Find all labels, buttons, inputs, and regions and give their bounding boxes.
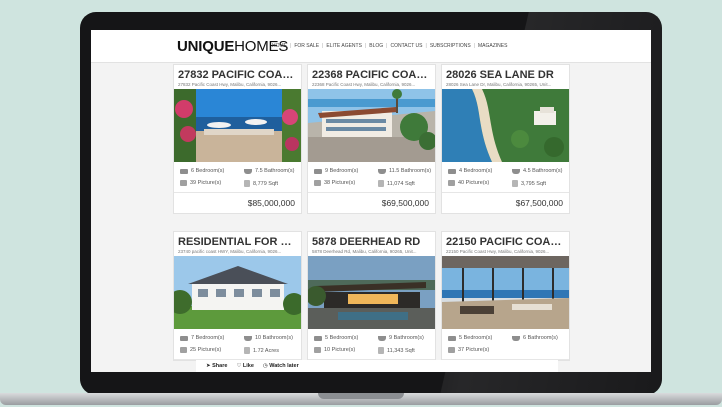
- clock-icon: ◷: [262, 363, 268, 369]
- heart-icon: ♡: [236, 363, 242, 369]
- modern-house-dusk-photo: [308, 256, 435, 329]
- nav-contact-us[interactable]: CONTACT US: [387, 43, 425, 49]
- bathtub-icon: [378, 168, 386, 174]
- bed-icon: [448, 335, 456, 341]
- laptop-screen: UNIQUEHOMES HOME | FOR SALE | ELITE AGENTS…: [91, 30, 651, 372]
- listing-price: $85,000,000: [247, 198, 295, 208]
- like-button[interactable]: ♡ Like: [236, 363, 253, 369]
- area-icon: [378, 347, 384, 354]
- listing-photo[interactable]: [442, 256, 569, 329]
- terrace-ocean-photo: [174, 89, 301, 162]
- main-nav: HOME | FOR SALE | ELITE AGENTS | BLOG | CONT…: [269, 43, 510, 49]
- listing-card[interactable]: 28026 SEA LANE DR 28026 Sea Lane Dr, Mal…: [441, 64, 570, 214]
- listing-price: $69,500,000: [381, 198, 429, 208]
- listing-address: 22368 Pacific Coast Hwy, Malibu, Califor…: [312, 82, 416, 87]
- nav-for-sale[interactable]: FOR SALE: [291, 43, 322, 49]
- picture-icon: [314, 180, 321, 186]
- listing-photo[interactable]: [308, 89, 435, 162]
- picture-icon: [448, 180, 455, 186]
- area-icon: [378, 180, 384, 187]
- listing-card[interactable]: 5878 DEERHEAD RD 5878 Deerhead Rd, Malib…: [307, 231, 436, 361]
- listing-stats: 5 Bedroom(s) 9 Bathroom(s) 10 Picture(s)…: [308, 329, 435, 360]
- picture-icon: [180, 180, 187, 186]
- bed-icon: [180, 168, 188, 174]
- nav-blog[interactable]: BLOG: [366, 43, 386, 49]
- listing-title[interactable]: RESIDENTIAL FOR SALE: [178, 236, 297, 248]
- glass-interior-photo: [442, 256, 569, 329]
- bathtub-icon: [512, 335, 520, 341]
- listing-title[interactable]: 22150 PACIFIC COAST H...: [446, 236, 565, 248]
- share-button[interactable]: ➤ Share: [206, 363, 227, 369]
- listing-card[interactable]: 22150 PACIFIC COAST H... 22150 Pacific C…: [441, 231, 570, 361]
- listing-photo[interactable]: [442, 89, 569, 162]
- bathtub-icon: [512, 168, 520, 174]
- listing-title[interactable]: 27832 PACIFIC COAST H...: [178, 69, 297, 81]
- area-icon: [244, 347, 250, 354]
- listing-address: 27832 Pacific Coast Hwy, Malibu, Califor…: [178, 82, 282, 87]
- beach-house-photo: [308, 89, 435, 162]
- estate-house-photo: [174, 256, 301, 329]
- bathtub-icon: [378, 335, 386, 341]
- listing-stats: 5 Bedroom(s) 6 Bathroom(s) 37 Picture(s): [442, 329, 569, 360]
- listing-card[interactable]: 27832 PACIFIC COAST H... 27832 Pacific C…: [173, 64, 302, 214]
- share-bar: ➤ Share ♡ Like ◷ Watch later: [196, 360, 558, 372]
- listing-photo[interactable]: [174, 256, 301, 329]
- nav-home[interactable]: HOME: [269, 43, 290, 49]
- bed-icon: [180, 335, 188, 341]
- bed-icon: [314, 335, 322, 341]
- listing-title[interactable]: 28026 SEA LANE DR: [446, 69, 565, 81]
- listing-photo[interactable]: [174, 89, 301, 162]
- bathtub-icon: [244, 168, 252, 174]
- listing-title[interactable]: 5878 DEERHEAD RD: [312, 236, 431, 248]
- area-icon: [512, 180, 518, 187]
- listing-card[interactable]: RESIDENTIAL FOR SALE 23740 pacific coast…: [173, 231, 302, 361]
- picture-icon: [314, 347, 321, 353]
- listing-price: $67,500,000: [515, 198, 563, 208]
- coastline-aerial-photo: [442, 89, 569, 162]
- listing-photo[interactable]: [308, 256, 435, 329]
- picture-icon: [180, 347, 187, 353]
- watch-later-button[interactable]: ◷ Watch later: [263, 363, 299, 369]
- listing-stats: 7 Bedroom(s) 10 Bathroom(s) 25 Picture(s…: [174, 329, 301, 360]
- listing-stats: 9 Bedroom(s) 11.5 Bathroom(s) 38 Picture…: [308, 162, 435, 193]
- listing-title[interactable]: 22368 PACIFIC COAST H...: [312, 69, 431, 81]
- share-icon: ➤: [206, 363, 211, 369]
- listing-address: 5878 Deerhead Rd, Malibu, California, 90…: [312, 249, 417, 254]
- site-header: UNIQUEHOMES HOME | FOR SALE | ELITE AGENTS…: [91, 30, 651, 63]
- listing-stats: 4 Bedroom(s) 4.5 Bathroom(s) 40 Picture(…: [442, 162, 569, 193]
- nav-elite-agents[interactable]: ELITE AGENTS: [323, 43, 365, 49]
- area-icon: [244, 180, 250, 187]
- listing-address: 22150 Pacific Coast Hwy, Malibu, Califor…: [446, 249, 550, 254]
- bed-icon: [448, 168, 456, 174]
- listing-address: 23740 pacific coast HWY, Malibu, Califor…: [178, 249, 282, 254]
- bathtub-icon: [244, 335, 252, 341]
- picture-icon: [448, 347, 455, 353]
- listing-card[interactable]: 22368 PACIFIC COAST H... 22368 Pacific C…: [307, 64, 436, 214]
- listing-address: 28026 Sea Lane Dr, Malibu, California, 9…: [446, 82, 552, 87]
- bed-icon: [314, 168, 322, 174]
- listing-stats: 6 Bedroom(s) 7.5 Bathroom(s) 39 Picture(…: [174, 162, 301, 193]
- laptop-base-notch: [318, 393, 404, 399]
- nav-magazines[interactable]: MAGAZINES: [475, 43, 510, 49]
- nav-subscriptions[interactable]: SUBSCRIPTIONS: [427, 43, 474, 49]
